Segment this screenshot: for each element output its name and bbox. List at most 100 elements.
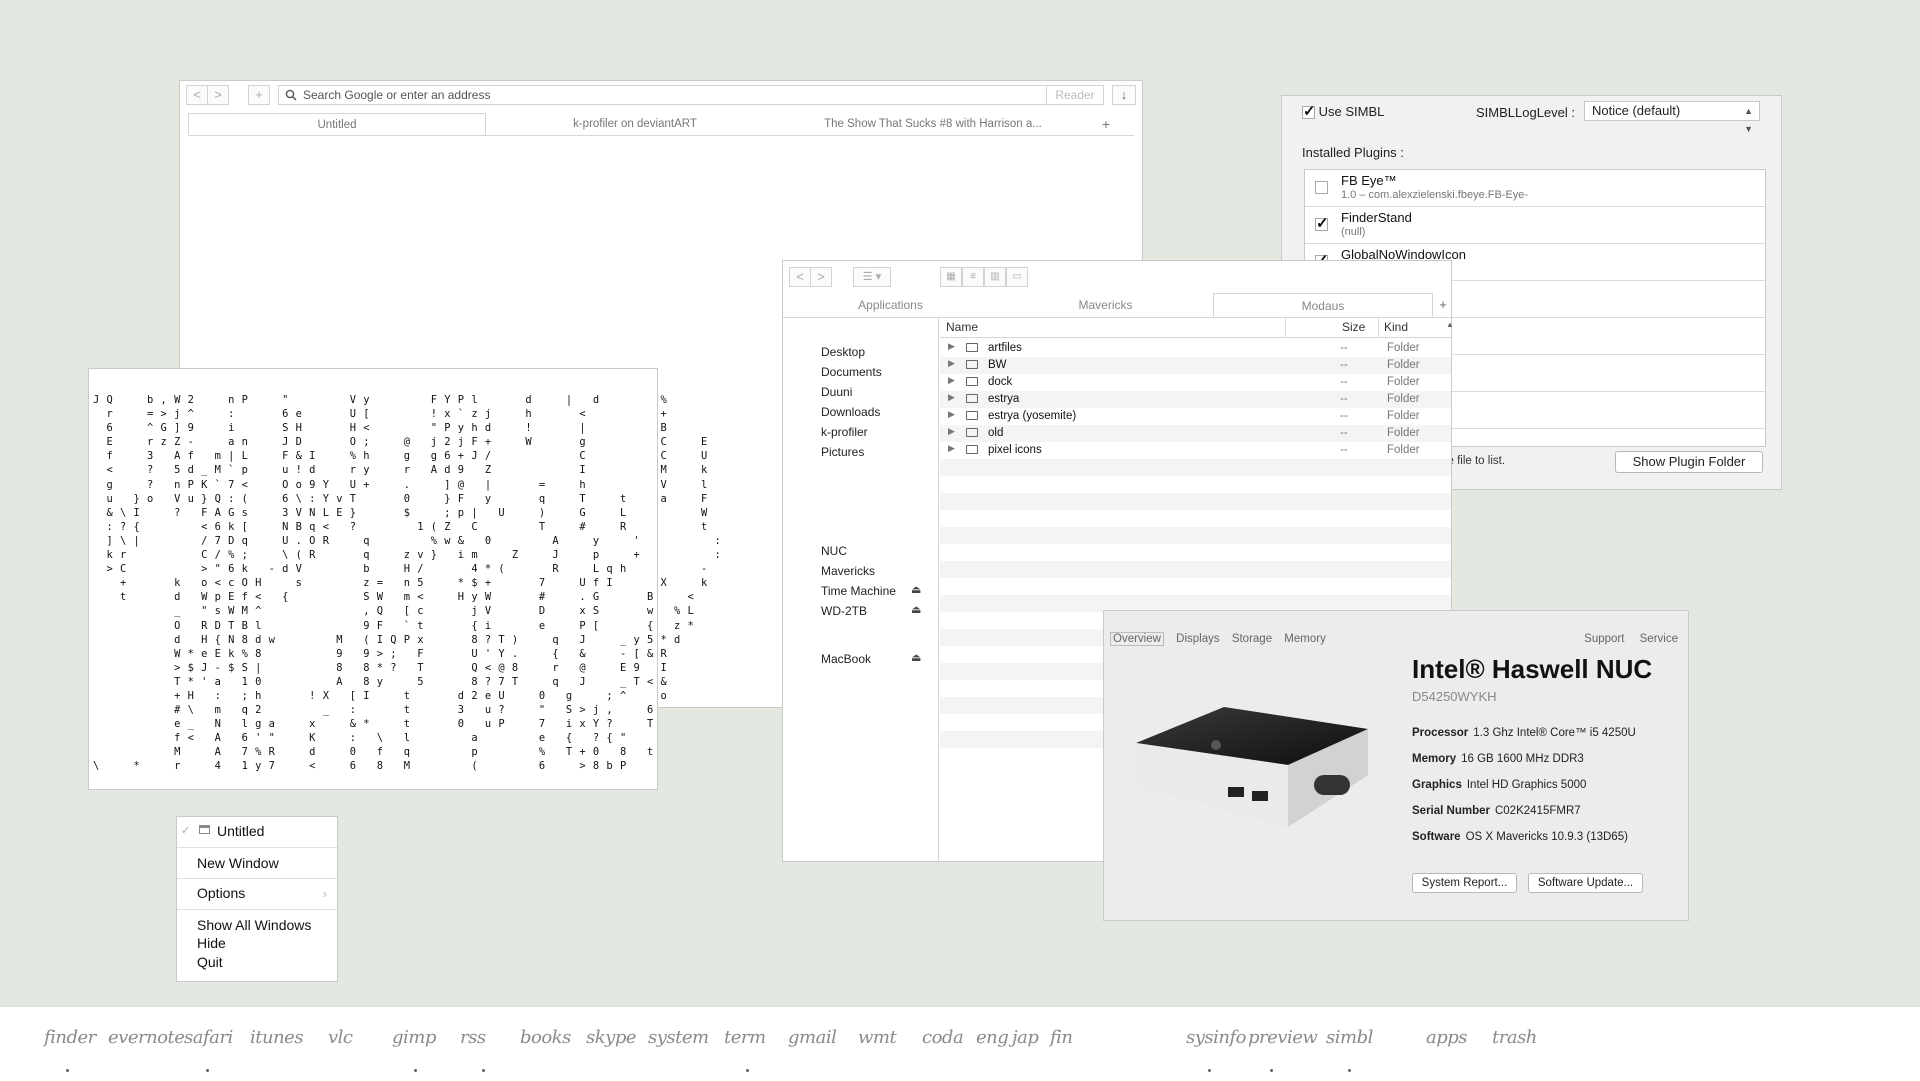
- back-button[interactable]: <: [186, 85, 208, 105]
- dock-item-vlc[interactable]: vlc: [328, 1027, 353, 1048]
- add-tab-button[interactable]: +: [1086, 113, 1126, 135]
- sidebar-item[interactable]: Documents: [821, 365, 882, 379]
- forward-button[interactable]: >: [207, 85, 229, 105]
- plugin-row[interactable]: FB Eye™ 1.0 – com.alexzielenski.fbeye.FB-…: [1305, 170, 1765, 207]
- dock-item-apps[interactable]: apps: [1426, 1027, 1468, 1048]
- spec-label: Processor: [1412, 727, 1469, 739]
- eject-icon[interactable]: ⏏: [911, 603, 921, 616]
- tab-overview[interactable]: Overview: [1110, 632, 1164, 646]
- sidebar-item[interactable]: Mavericks: [821, 564, 875, 578]
- sidebar-item[interactable]: Time Machine: [821, 584, 896, 598]
- menu-show-all-windows[interactable]: Show All Windows: [197, 917, 311, 933]
- sidebar-item[interactable]: Desktop: [821, 345, 865, 359]
- menu-untitled[interactable]: Untitled: [217, 823, 264, 839]
- disclosure-triangle-icon[interactable]: ▶: [948, 443, 955, 454]
- sidebar-item[interactable]: k-profiler: [821, 425, 868, 439]
- plugin-checkbox[interactable]: [1315, 181, 1328, 194]
- file-row[interactable]: ▶ estrya (yosemite) -- Folder: [940, 408, 1451, 425]
- dock-item-eng[interactable]: eng: [976, 1027, 1009, 1048]
- file-row[interactable]: ▶ pixel icons -- Folder: [940, 442, 1451, 459]
- dock-item-books[interactable]: books: [520, 1027, 571, 1048]
- dock-item-wmt[interactable]: wmt: [858, 1027, 897, 1048]
- system-report-button[interactable]: System Report...: [1412, 873, 1517, 893]
- menu-options[interactable]: Options: [197, 885, 245, 901]
- log-level-select[interactable]: Notice (default) ▲ ▼: [1584, 101, 1760, 134]
- tab-show-that-sucks[interactable]: The Show That Sucks #8 with Harrison a..…: [784, 113, 1082, 135]
- use-simbl-checkbox[interactable]: Use SIMBL: [1302, 102, 1384, 120]
- dock-item-finder[interactable]: finder: [44, 1027, 96, 1048]
- sidebar-item[interactable]: Pictures: [821, 445, 864, 459]
- downloads-button[interactable]: ↓: [1112, 85, 1136, 105]
- dock-item-preview[interactable]: preview: [1248, 1027, 1318, 1048]
- dock-item-jap[interactable]: jap: [1012, 1027, 1039, 1048]
- menu-quit[interactable]: Quit: [197, 954, 223, 970]
- tab-untitled[interactable]: Untitled: [188, 113, 486, 135]
- sidebar-item[interactable]: NUC: [821, 544, 847, 558]
- support-link[interactable]: Support: [1584, 633, 1624, 645]
- dock-item-system[interactable]: system: [648, 1027, 709, 1048]
- column-view-icon[interactable]: ▥: [984, 267, 1006, 287]
- dock-item-safari[interactable]: safari: [184, 1027, 233, 1048]
- list-view-icon[interactable]: ≡: [962, 267, 984, 287]
- icon-view-icon[interactable]: ▦: [940, 267, 962, 287]
- dock-item-gimp[interactable]: gimp: [392, 1027, 436, 1048]
- tab-displays[interactable]: Displays: [1176, 633, 1219, 645]
- dock-item-gmail[interactable]: gmail: [788, 1027, 837, 1048]
- column-name[interactable]: Name: [946, 320, 978, 334]
- tab-memory[interactable]: Memory: [1284, 633, 1326, 645]
- disclosure-triangle-icon[interactable]: ▶: [948, 426, 955, 437]
- sidebar-item[interactable]: WD-2TB: [821, 604, 867, 618]
- tab-storage[interactable]: Storage: [1232, 633, 1272, 645]
- column-kind[interactable]: Kind: [1384, 320, 1408, 334]
- disclosure-triangle-icon[interactable]: ▶: [948, 375, 955, 386]
- dock-item-trash[interactable]: trash: [1492, 1027, 1537, 1048]
- menu-new-window[interactable]: New Window: [197, 855, 279, 871]
- sidebar-item[interactable]: MacBook: [821, 652, 871, 666]
- arrange-menu-icon[interactable]: ☰ ▾: [853, 267, 891, 287]
- tab-modaus[interactable]: Modaus: [1213, 293, 1433, 317]
- sidebar-item[interactable]: Downloads: [821, 405, 880, 419]
- eject-icon[interactable]: ⏏: [911, 651, 921, 664]
- coverflow-view-icon[interactable]: ▭: [1006, 267, 1028, 287]
- address-bar[interactable]: Search Google or enter an address Reader: [278, 85, 1104, 105]
- dock-item-sysinfo[interactable]: sysinfo: [1186, 1027, 1247, 1048]
- disclosure-triangle-icon[interactable]: ▶: [948, 392, 955, 403]
- software-update-button[interactable]: Software Update...: [1528, 873, 1643, 893]
- dock-item-itunes[interactable]: itunes: [250, 1027, 304, 1048]
- file-row[interactable]: ▶ old -- Folder: [940, 425, 1451, 442]
- finder-add-tab-button[interactable]: +: [1433, 293, 1453, 317]
- finder-back-button[interactable]: <: [789, 267, 811, 287]
- finder-forward-button[interactable]: >: [810, 267, 832, 287]
- disclosure-triangle-icon[interactable]: ▶: [948, 409, 955, 420]
- dock-item-simbl[interactable]: simbl: [1326, 1027, 1373, 1048]
- plugin-checkbox[interactable]: [1315, 214, 1329, 232]
- eject-icon[interactable]: ⏏: [911, 583, 921, 596]
- dock-item-fin[interactable]: fin: [1050, 1027, 1073, 1048]
- terminal-window[interactable]: J Q b , W 2 n P " V y F Y P l d | d % r …: [88, 368, 721, 790]
- plugin-row[interactable]: FinderStand(null): [1305, 207, 1765, 244]
- tab-k-profiler[interactable]: k-profiler on deviantART: [486, 113, 784, 135]
- file-row[interactable]: ▶ estrya -- Folder: [940, 391, 1451, 408]
- dock-item-evernote[interactable]: evernote: [108, 1027, 185, 1048]
- file-row[interactable]: ▶ artfiles -- Folder: [940, 340, 1451, 357]
- file-name: old: [988, 427, 1004, 439]
- column-size[interactable]: Size: [1342, 320, 1365, 334]
- reader-button[interactable]: Reader: [1046, 85, 1103, 105]
- service-link[interactable]: Service: [1640, 633, 1678, 645]
- show-plugin-folder-button[interactable]: Show Plugin Folder: [1615, 451, 1763, 473]
- disclosure-triangle-icon[interactable]: ▶: [948, 358, 955, 369]
- tab-mavericks[interactable]: Mavericks: [998, 293, 1213, 317]
- dock-item-term[interactable]: term: [724, 1027, 766, 1048]
- new-tab-button[interactable]: +: [248, 85, 270, 105]
- file-row[interactable]: ▶ dock -- Folder: [940, 374, 1451, 391]
- empty-row: [940, 510, 1451, 527]
- dock-item-coda[interactable]: coda: [922, 1027, 964, 1048]
- dock-item-skype[interactable]: skype: [586, 1027, 637, 1048]
- dock-item-rss[interactable]: rss: [460, 1027, 486, 1048]
- sidebar-item[interactable]: Duuni: [821, 385, 852, 399]
- menu-hide[interactable]: Hide: [197, 935, 226, 951]
- tab-applications[interactable]: Applications: [783, 293, 998, 317]
- use-simbl-check[interactable]: [1302, 102, 1316, 120]
- disclosure-triangle-icon[interactable]: ▶: [948, 341, 955, 352]
- file-row[interactable]: ▶ BW -- Folder: [940, 357, 1451, 374]
